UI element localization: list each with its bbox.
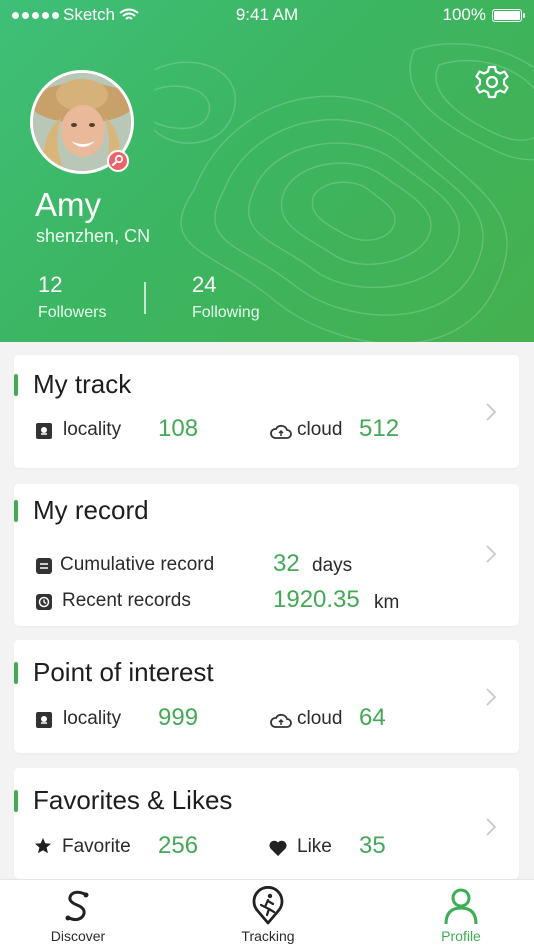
profile-icon (444, 888, 478, 925)
status-bar: Sketch 9:41 AM 100% (0, 0, 534, 30)
cloud-label: cloud (297, 708, 343, 729)
followers-label[interactable]: Followers (38, 304, 106, 322)
battery-icon (492, 8, 525, 22)
cloud-icon (270, 424, 292, 439)
cloud-label: cloud (297, 419, 343, 440)
like-label: Like (297, 836, 332, 857)
following-label[interactable]: Following (192, 304, 260, 322)
chevron-right-icon (486, 688, 497, 706)
profile-name: Amy (35, 186, 101, 223)
battery-percent: 100% (442, 5, 486, 24)
locality-value: 108 (158, 415, 199, 442)
tab-tracking[interactable]: Tracking (208, 880, 328, 950)
tab-bar: Discover Tracking Profile (0, 879, 534, 950)
discover-icon (65, 890, 89, 922)
card-accent-bar (14, 790, 18, 812)
locality-value: 999 (158, 704, 199, 731)
heart-icon (269, 840, 287, 856)
avatar-badge-icon[interactable] (107, 150, 129, 172)
point-of-interest-card[interactable]: Point of interest locality 999 cloud 64 (14, 640, 519, 753)
my-track-card[interactable]: My track locality 108 cloud 512 (14, 355, 519, 468)
following-count[interactable]: 24 (192, 272, 216, 298)
card-title: Point of interest (33, 657, 214, 687)
favorites-likes-card[interactable]: Favorites & Likes Favorite 256 Like 35 (14, 768, 519, 879)
profile-header: Sketch 9:41 AM 100% Amy shenzhen, CN 12 … (0, 0, 534, 342)
like-value: 35 (359, 832, 386, 859)
card-title: Favorites & Likes (33, 785, 233, 815)
chevron-right-icon (486, 403, 497, 421)
status-right: 100% (442, 5, 525, 25)
card-accent-bar (14, 374, 18, 396)
cloud-value: 64 (359, 704, 386, 731)
profile-location: shenzhen, CN (36, 226, 151, 246)
chevron-right-icon (486, 545, 497, 563)
cloud-value: 512 (359, 415, 400, 442)
recent-records-unit: km (374, 592, 400, 613)
recent-records-label: Recent records (62, 590, 191, 611)
cloud-icon (270, 713, 292, 728)
tab-profile-label: Profile (441, 928, 481, 944)
cumulative-record-label: Cumulative record (60, 554, 215, 575)
favorite-label: Favorite (62, 836, 131, 857)
chevron-right-icon (486, 818, 497, 836)
card-title: My track (33, 369, 132, 399)
clock-icon (36, 594, 52, 610)
my-record-card[interactable]: My record Cumulative record 32 days Rece… (14, 484, 519, 626)
cumulative-record-value: 32 (273, 550, 300, 577)
tab-discover[interactable]: Discover (18, 880, 138, 950)
cumulative-record-unit: days (312, 555, 353, 576)
stats-divider (144, 282, 146, 314)
locality-label: locality (63, 419, 122, 440)
card-title: My record (33, 495, 149, 525)
recent-records-value: 1920.35 (273, 586, 360, 613)
tab-tracking-label: Tracking (241, 928, 295, 944)
card-accent-bar (14, 662, 18, 684)
gear-icon[interactable] (474, 64, 510, 100)
map-pin-icon (36, 423, 52, 439)
favorite-value: 256 (158, 832, 199, 859)
map-pin-icon (36, 712, 52, 728)
tab-discover-label: Discover (50, 928, 106, 944)
list-icon (36, 558, 52, 574)
star-icon (35, 838, 51, 854)
tab-profile[interactable]: Profile (401, 880, 521, 950)
tracking-icon (252, 886, 284, 925)
locality-label: locality (63, 708, 122, 729)
card-accent-bar (14, 500, 18, 522)
followers-count[interactable]: 12 (38, 272, 62, 298)
